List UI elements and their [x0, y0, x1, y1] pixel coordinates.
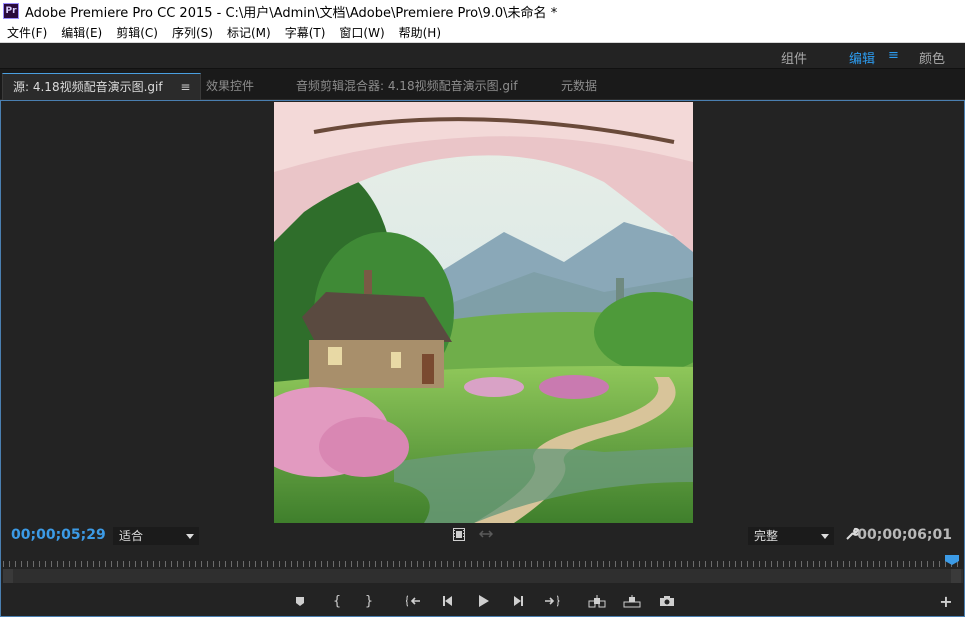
camera-icon [660, 596, 674, 606]
current-timecode[interactable]: 00;00;05;29 [11, 527, 106, 543]
mark-out-button[interactable]: } [356, 588, 382, 614]
step-forward-button[interactable] [505, 588, 531, 614]
chevron-down-icon [186, 534, 194, 539]
film-icon[interactable] [453, 528, 465, 545]
overwrite-button[interactable] [619, 588, 645, 614]
go-to-in-icon [406, 595, 420, 607]
workspace-menu-icon[interactable]: ≡ [888, 48, 899, 63]
tab-effect-controls-label: 效果控件 [206, 79, 255, 93]
mark-in-icon: { [332, 593, 342, 609]
menu-help[interactable]: 帮助(H) [392, 24, 448, 41]
tab-source[interactable]: 源: 4.18视频配音演示图.gif ≡ [2, 73, 202, 100]
menu-title[interactable]: 字幕(T) [278, 24, 333, 41]
tab-audio-clip-mixer[interactable]: 音频剪辑混合器: 4.18视频配音演示图.gif [296, 73, 518, 100]
menu-sequence[interactable]: 序列(S) [165, 24, 220, 41]
marker-icon [296, 596, 304, 606]
tab-effect-controls[interactable]: 效果控件 [206, 73, 254, 100]
tab-metadata[interactable]: 元数据 [561, 73, 597, 100]
export-frame-button[interactable] [654, 588, 680, 614]
workspace-editing[interactable]: 编辑 [849, 48, 875, 67]
tab-metadata-label: 元数据 [561, 79, 598, 93]
chevron-down-icon [821, 534, 829, 539]
overwrite-icon [623, 594, 641, 607]
play-button[interactable] [471, 588, 497, 614]
tab-source-label: 源: 4.18视频配音演示图.gif [13, 80, 163, 94]
mark-in-button[interactable]: { [324, 588, 350, 614]
menu-marker[interactable]: 标记(M) [220, 24, 278, 41]
add-icon: + [939, 591, 953, 611]
add-marker-button[interactable] [287, 588, 313, 614]
title-bar: Pr Adobe Premiere Pro CC 2015 - C:\用户\Ad… [0, 0, 965, 22]
workspace-color[interactable]: 颜色 [919, 48, 945, 67]
source-monitor: 00;00;05;29 适合 完整 00;00;06;01 { } + [0, 100, 965, 617]
insert-button[interactable] [584, 588, 610, 614]
video-frame[interactable] [274, 102, 693, 523]
transport-controls: { } + [1, 588, 965, 616]
premiere-logo-icon: Pr [3, 3, 19, 19]
menu-window[interactable]: 窗口(W) [332, 24, 391, 41]
go-to-out-button[interactable] [539, 588, 565, 614]
insert-clip-icon[interactable] [478, 528, 494, 544]
zoom-level-select[interactable]: 适合 [113, 527, 199, 545]
window-title: Adobe Premiere Pro CC 2015 - C:\用户\Admin… [25, 5, 558, 21]
panel-tab-bar: 源: 4.18视频配音演示图.gif ≡ 效果控件 音频剪辑混合器: 4.18视… [0, 69, 965, 100]
panel-menu-icon[interactable]: ≡ [180, 80, 190, 94]
step-back-icon [443, 596, 452, 606]
scroll-handle-left[interactable] [3, 569, 13, 583]
duration-timecode: 00;00;06;01 [857, 527, 952, 543]
step-back-button[interactable] [435, 588, 461, 614]
resolution-select[interactable]: 完整 [748, 527, 834, 545]
menu-file[interactable]: 文件(F) [0, 24, 54, 41]
mark-out-icon: } [364, 593, 374, 609]
menu-edit[interactable]: 编辑(E) [54, 24, 109, 41]
menu-clip[interactable]: 剪辑(C) [109, 24, 165, 41]
tab-audio-clip-mixer-label: 音频剪辑混合器: 4.18视频配音演示图.gif [296, 79, 518, 93]
zoom-scroll-bar[interactable] [3, 569, 963, 583]
scroll-handle-right[interactable] [951, 569, 961, 583]
video-frame-image [274, 102, 693, 523]
insert-icon [588, 594, 606, 607]
go-to-in-button[interactable] [401, 588, 427, 614]
add-button[interactable]: + [933, 588, 959, 614]
workspace-bar: 组件 编辑 ≡ 颜色 [0, 43, 965, 69]
resolution-value: 完整 [754, 529, 779, 543]
play-icon [479, 595, 489, 607]
menu-bar: 文件(F) 编辑(E) 剪辑(C) 序列(S) 标记(M) 字幕(T) 窗口(W… [0, 22, 965, 43]
time-ruler[interactable] [3, 557, 963, 567]
workspace-assembly[interactable]: 组件 [781, 48, 807, 67]
step-forward-icon [514, 596, 523, 606]
go-to-out-icon [545, 595, 560, 607]
zoom-level-value: 适合 [119, 529, 144, 543]
